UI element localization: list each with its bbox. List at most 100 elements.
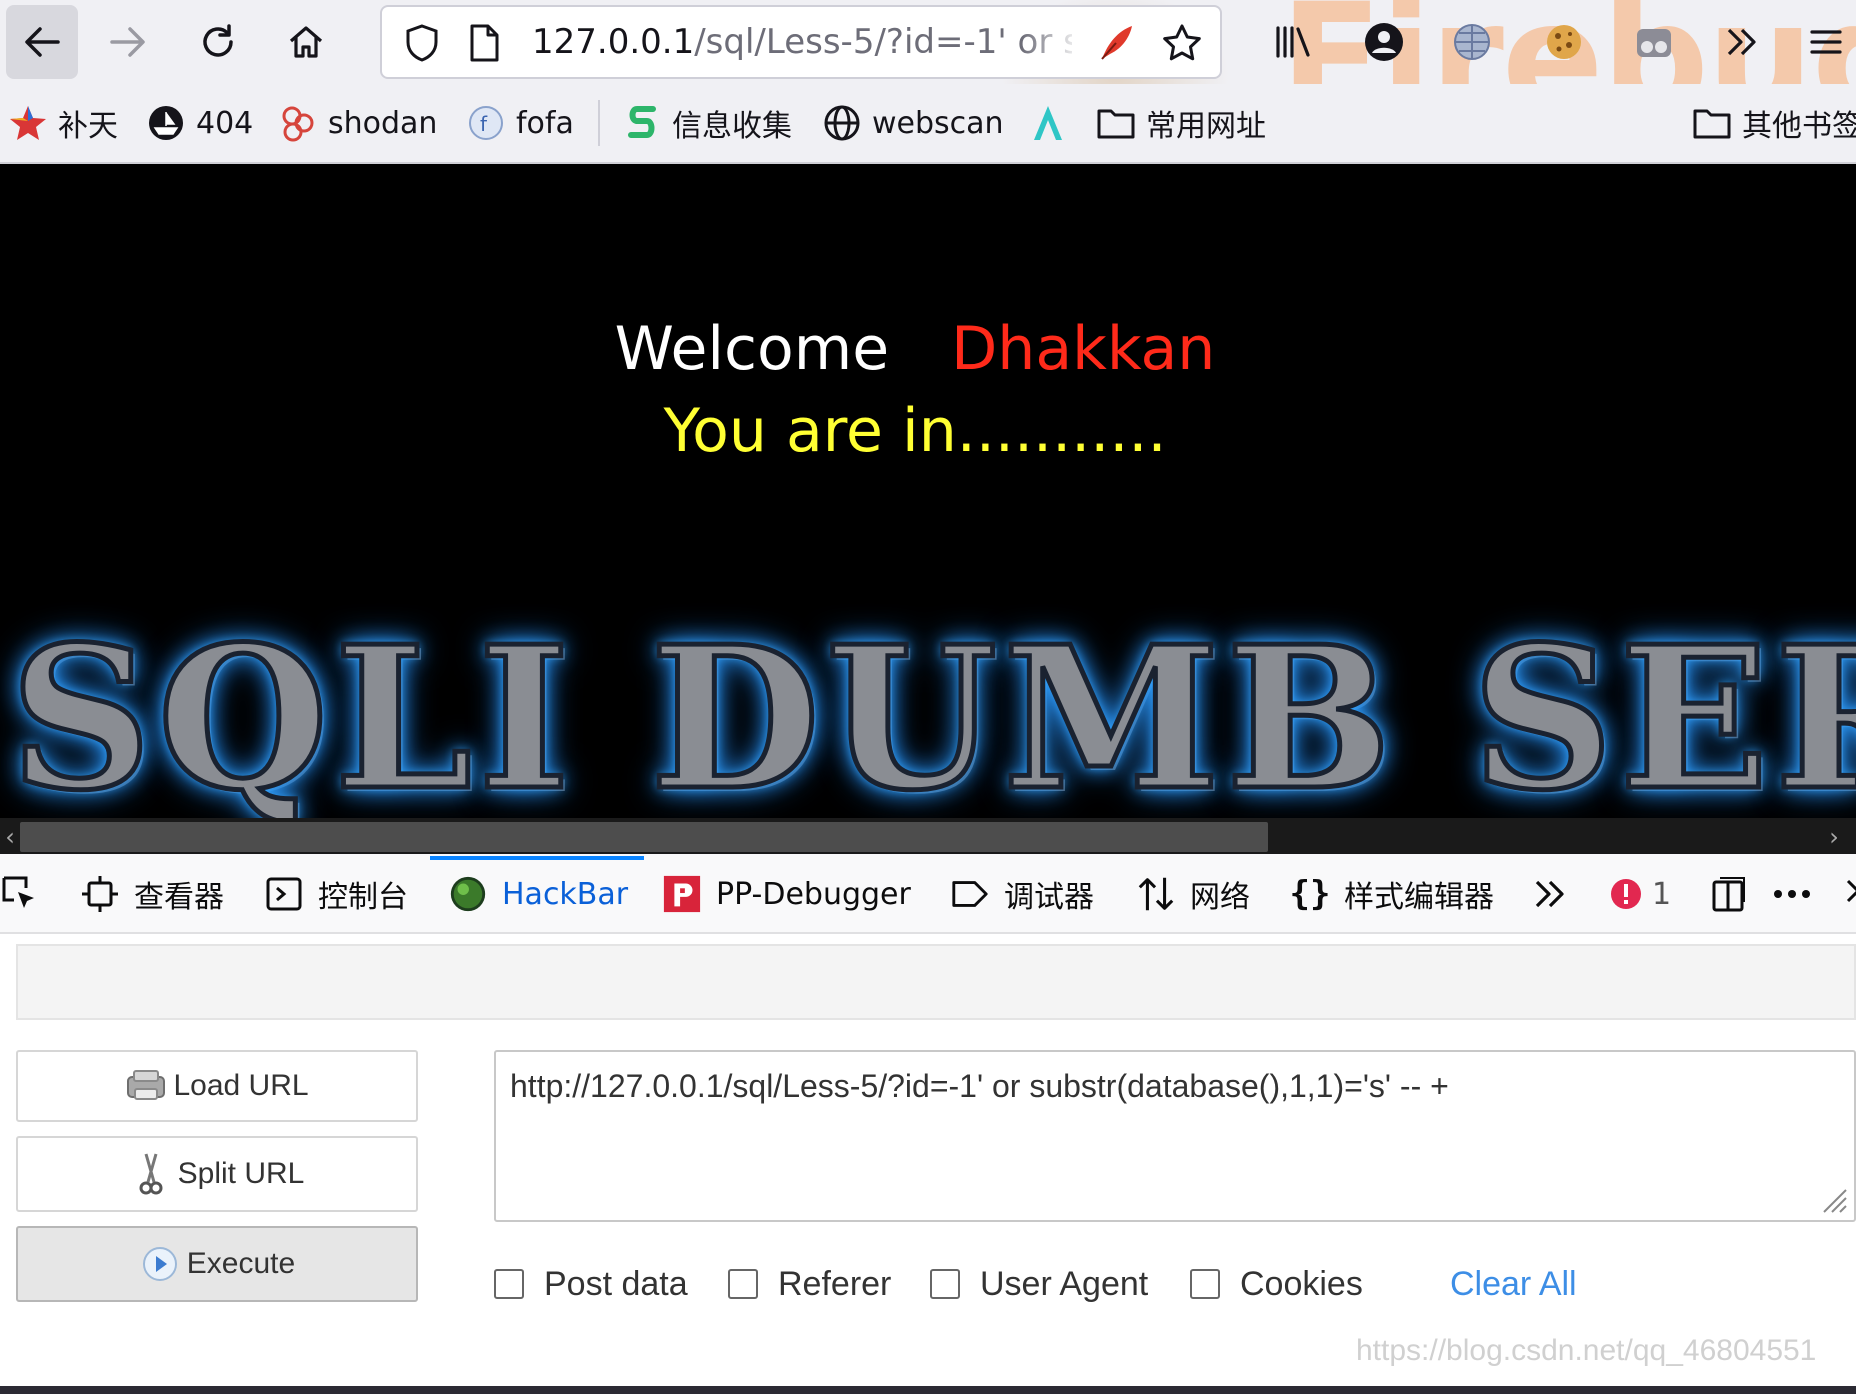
- devtools-menu-button[interactable]: [1772, 856, 1826, 932]
- error-count: 1: [1652, 876, 1672, 912]
- bookmark-label: webscan: [872, 105, 1004, 141]
- scroll-right-icon[interactable]: ›: [1824, 822, 1844, 852]
- extension-button[interactable]: [1618, 5, 1690, 79]
- reload-icon: [203, 24, 233, 57]
- globe-icon: [822, 103, 862, 143]
- tab-hackbar[interactable]: HackBar: [448, 856, 628, 932]
- post-data-option[interactable]: Post data: [494, 1262, 688, 1306]
- option-label: Cookies: [1240, 1264, 1363, 1303]
- bookmark-label: shodan: [328, 105, 438, 141]
- url-textarea[interactable]: http://127.0.0.1/sql/Less-5/?id=-1' or s…: [494, 1050, 1856, 1222]
- tab-label: PP-Debugger: [716, 876, 911, 912]
- folder-icon: [1692, 103, 1732, 143]
- account-icon: [1365, 23, 1403, 61]
- tab-label: HackBar: [502, 876, 629, 912]
- cookie-extension-button[interactable]: [1528, 5, 1600, 79]
- bookmark-folder-other[interactable]: 其他书签: [1692, 84, 1856, 162]
- referer-checkbox[interactable]: [728, 1269, 758, 1299]
- bookmark-webscan[interactable]: webscan: [822, 84, 1004, 162]
- url-text[interactable]: 127.0.0.1/sql/Less-5/?id=-1' or su: [532, 7, 1072, 77]
- ellipsis-icon: [1772, 874, 1812, 914]
- back-button[interactable]: [6, 5, 78, 79]
- bookmark-404[interactable]: 404: [146, 84, 253, 162]
- shield-icon[interactable]: [394, 15, 450, 71]
- reload-button[interactable]: [182, 5, 254, 79]
- load-url-icon: [125, 1065, 167, 1107]
- bookmark-shodan[interactable]: shodan: [278, 84, 437, 162]
- library-button[interactable]: [1258, 5, 1330, 79]
- window-bottom-edge: [0, 1386, 1856, 1394]
- play-icon: [139, 1243, 181, 1285]
- bookmark-label: fofa: [516, 105, 574, 141]
- scrollbar-thumb[interactable]: [20, 822, 1268, 852]
- network-arrows-icon: [1136, 874, 1176, 914]
- tab-label: 调试器: [1004, 880, 1094, 915]
- option-label: User Agent: [980, 1264, 1149, 1303]
- forward-button[interactable]: [92, 5, 164, 79]
- globe-icon: [1454, 24, 1490, 60]
- bookmark-fofa[interactable]: f fofa: [466, 84, 574, 162]
- cookies-checkbox[interactable]: [1190, 1269, 1220, 1299]
- tab-style-editor[interactable]: {} 样式编辑器: [1290, 856, 1494, 932]
- execute-button[interactable]: Execute: [16, 1226, 418, 1302]
- user-name: Dhakkan: [951, 314, 1216, 384]
- overflow-button[interactable]: [1706, 5, 1778, 79]
- scissors-icon: [130, 1153, 172, 1195]
- user-agent-option[interactable]: User Agent: [930, 1262, 1148, 1306]
- back-arrow-icon: [25, 27, 60, 57]
- account-button[interactable]: [1348, 5, 1420, 79]
- debugger-icon: [950, 874, 990, 914]
- tab-label: 网络: [1190, 880, 1250, 915]
- pp-icon: [662, 874, 702, 914]
- bookmark-info-gathering[interactable]: 信息收集: [622, 84, 792, 162]
- feather-icon[interactable]: [1088, 15, 1144, 71]
- page-icon[interactable]: [456, 15, 512, 71]
- home-button[interactable]: [270, 5, 342, 79]
- bookmark-label: 信息收集: [672, 109, 792, 144]
- close-devtools-button[interactable]: [1836, 856, 1856, 932]
- user-agent-checkbox[interactable]: [930, 1269, 960, 1299]
- dock-icon: [1708, 874, 1748, 914]
- inspector-icon: [80, 874, 120, 914]
- referer-option[interactable]: Referer: [728, 1262, 891, 1306]
- tab-network[interactable]: 网络: [1136, 856, 1250, 932]
- split-url-button[interactable]: Split URL: [16, 1136, 418, 1212]
- post-data-checkbox[interactable]: [494, 1269, 524, 1299]
- bookmark-folder-common[interactable]: 常用网址: [1096, 84, 1266, 162]
- bookmark-teal-a[interactable]: [1028, 84, 1078, 162]
- overflow-chevrons-icon: [1530, 874, 1570, 914]
- resize-grip-icon[interactable]: [1818, 1184, 1848, 1214]
- star-icon[interactable]: [1154, 15, 1210, 71]
- green-s-icon: [622, 103, 662, 143]
- page-viewport: Welcome Dhakkan You are in........... SQL…: [0, 164, 1856, 818]
- picker-icon: [0, 874, 40, 914]
- menu-button[interactable]: [1796, 5, 1856, 79]
- bookmark-label: 其他书签: [1742, 109, 1856, 144]
- bookmark-label: 补天: [58, 109, 118, 144]
- globe-extension-button[interactable]: [1436, 5, 1508, 79]
- csdn-watermark: https://blog.csdn.net/qq_46804551: [1356, 1334, 1817, 1367]
- error-count-badge[interactable]: 1: [1606, 856, 1671, 932]
- dock-button[interactable]: [1708, 856, 1762, 932]
- tab-pp-debugger[interactable]: PP-Debugger: [662, 856, 911, 932]
- tab-debugger[interactable]: 调试器: [950, 856, 1094, 932]
- svg-text:f: f: [480, 112, 488, 136]
- scroll-left-icon[interactable]: ‹: [0, 822, 20, 852]
- butian-star-icon: [8, 103, 48, 143]
- clear-all-link[interactable]: Clear All: [1450, 1262, 1577, 1306]
- load-url-button[interactable]: Load URL: [16, 1050, 418, 1122]
- bookmark-butian[interactable]: 补天: [8, 84, 118, 162]
- more-tabs-button[interactable]: [1530, 856, 1584, 932]
- address-bar[interactable]: 127.0.0.1/sql/Less-5/?id=-1' or su: [380, 5, 1222, 79]
- cookies-option[interactable]: Cookies: [1190, 1262, 1363, 1306]
- option-label: Post data: [544, 1264, 688, 1303]
- navigation-toolbar: Firebug 127.0.0.1/sql/Less-5/?id=-1' or …: [0, 0, 1856, 84]
- hackbar-icon: [448, 874, 488, 914]
- overflow-chevrons-icon: [1727, 28, 1756, 56]
- tab-inspector[interactable]: 查看器: [80, 856, 224, 932]
- element-picker[interactable]: [0, 856, 54, 932]
- url-fade: [1022, 11, 1082, 73]
- menu-icon: [1810, 30, 1842, 54]
- bookmarks-bar: 补天 404 shodan f fofa 信息收集 webscan 常用网址 其…: [0, 84, 1856, 164]
- tab-console[interactable]: 控制台: [264, 856, 408, 932]
